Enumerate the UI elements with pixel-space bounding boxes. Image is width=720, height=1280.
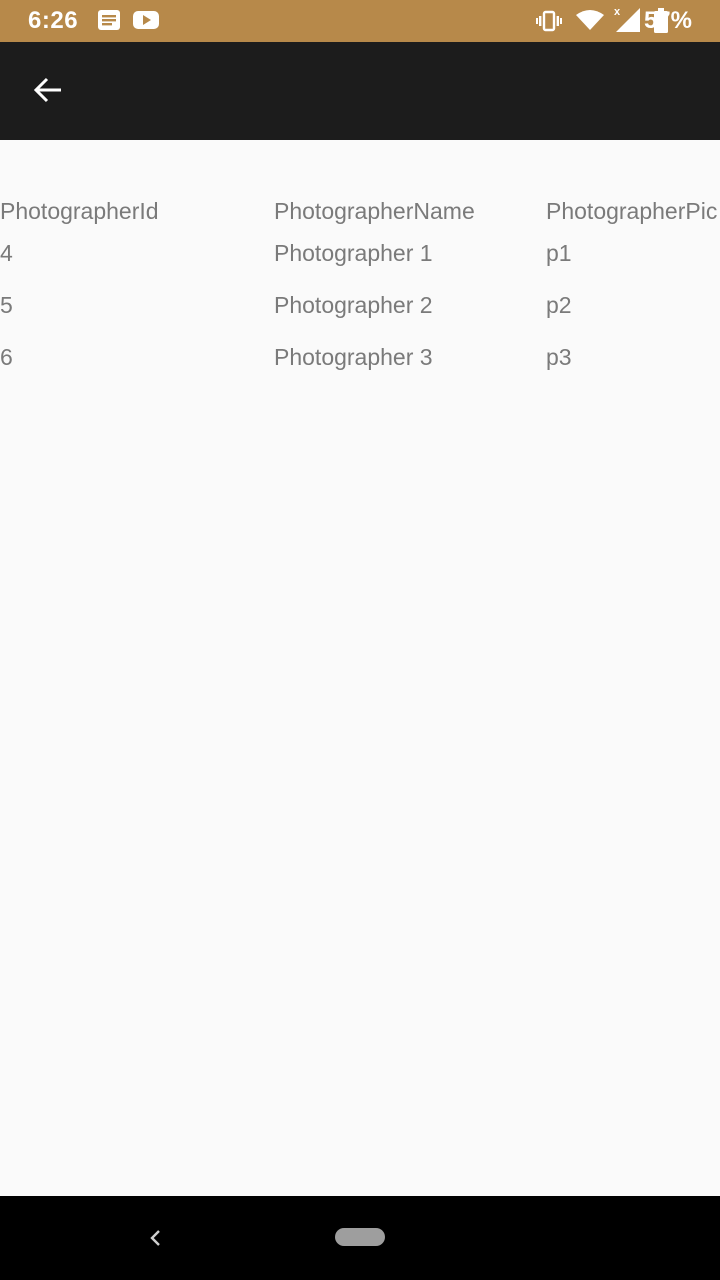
column-header: PhotographerId bbox=[0, 198, 159, 224]
table-cell: p2 bbox=[546, 292, 572, 318]
table-cell: Photographer 2 bbox=[274, 292, 433, 318]
arrow-left-icon bbox=[32, 74, 64, 111]
signal-icon: x bbox=[612, 4, 644, 39]
table-row[interactable]: 5 Photographer 2 p2 bbox=[0, 288, 720, 340]
table-cell: 5 bbox=[0, 292, 13, 318]
chevron-left-icon[interactable] bbox=[140, 1222, 172, 1254]
svg-text:x: x bbox=[614, 6, 621, 18]
table-row[interactable]: 6 Photographer 3 p3 bbox=[0, 340, 720, 392]
table-row[interactable]: 4 Photographer 1 p1 bbox=[0, 236, 720, 288]
home-pill-icon[interactable] bbox=[335, 1228, 385, 1246]
table-cell: p3 bbox=[546, 344, 572, 370]
photographer-table: PhotographerId PhotographerName Photogra… bbox=[0, 196, 720, 392]
table-cell: 4 bbox=[0, 240, 13, 266]
battery-percent: 57% bbox=[643, 7, 692, 34]
app-toolbar bbox=[0, 42, 720, 140]
news-icon bbox=[97, 9, 123, 33]
back-button[interactable] bbox=[20, 64, 76, 120]
system-status-icons: x 57% bbox=[490, 0, 720, 42]
table-cell: Photographer 1 bbox=[274, 240, 433, 266]
wifi-icon bbox=[575, 8, 605, 37]
content-area: PhotographerId PhotographerName Photogra… bbox=[0, 140, 720, 1196]
status-bar: 6:26 x 57% bbox=[0, 0, 720, 42]
status-time: 6:26 bbox=[28, 7, 79, 34]
column-header: PhotographerPic bbox=[546, 198, 718, 224]
column-header: PhotographerName bbox=[274, 198, 475, 224]
table-header-row: PhotographerId PhotographerName Photogra… bbox=[0, 196, 720, 236]
table-cell: Photographer 3 bbox=[274, 344, 433, 370]
table-cell: p1 bbox=[546, 240, 572, 266]
vibrate-icon bbox=[536, 10, 562, 37]
table-cell: 6 bbox=[0, 344, 13, 370]
youtube-icon bbox=[132, 9, 159, 33]
